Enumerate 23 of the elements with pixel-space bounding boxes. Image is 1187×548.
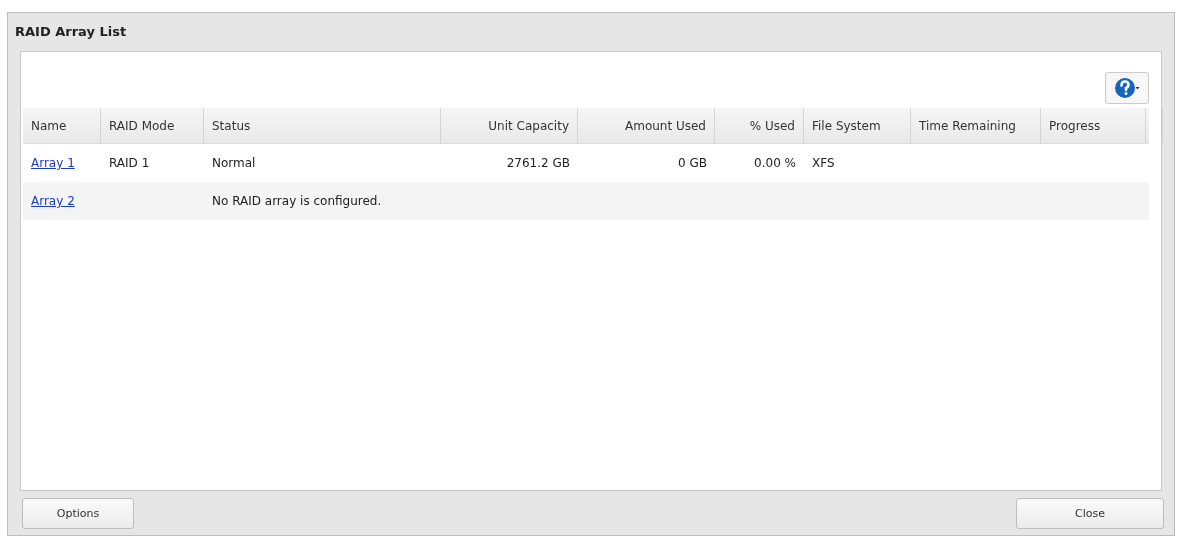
close-button[interactable]: Close [1016,497,1164,529]
column-header[interactable]: Unit Capacity [441,108,578,143]
column-header[interactable]: Time Remaining [911,108,1041,143]
table-cell: No RAID array is configured. [212,194,382,208]
table-cell: 2761.2 GB [506,156,570,170]
array-link[interactable]: Array 2 [31,194,75,208]
column-header[interactable]: Progress [1041,108,1146,143]
table-cell: Normal [212,156,256,170]
column-header[interactable]: RAID Mode [101,108,204,143]
help-button[interactable] [1105,72,1149,104]
column-header[interactable]: % Used [715,108,804,143]
array-link[interactable]: Array 1 [31,156,75,170]
column-header[interactable]: Status [204,108,441,143]
options-button[interactable]: Options [22,497,134,529]
table-cell: RAID 1 [109,156,150,170]
help-icon [1114,76,1140,100]
table-cell: 0 GB [678,156,707,170]
column-header[interactable]: Name [23,108,101,143]
table-cell: 0.00 % [754,156,796,170]
table-cell: XFS [812,156,835,170]
column-header[interactable]: File System [804,108,911,143]
window-title: RAID Array List [15,23,127,39]
column-header[interactable]: Amount Used [578,108,715,143]
